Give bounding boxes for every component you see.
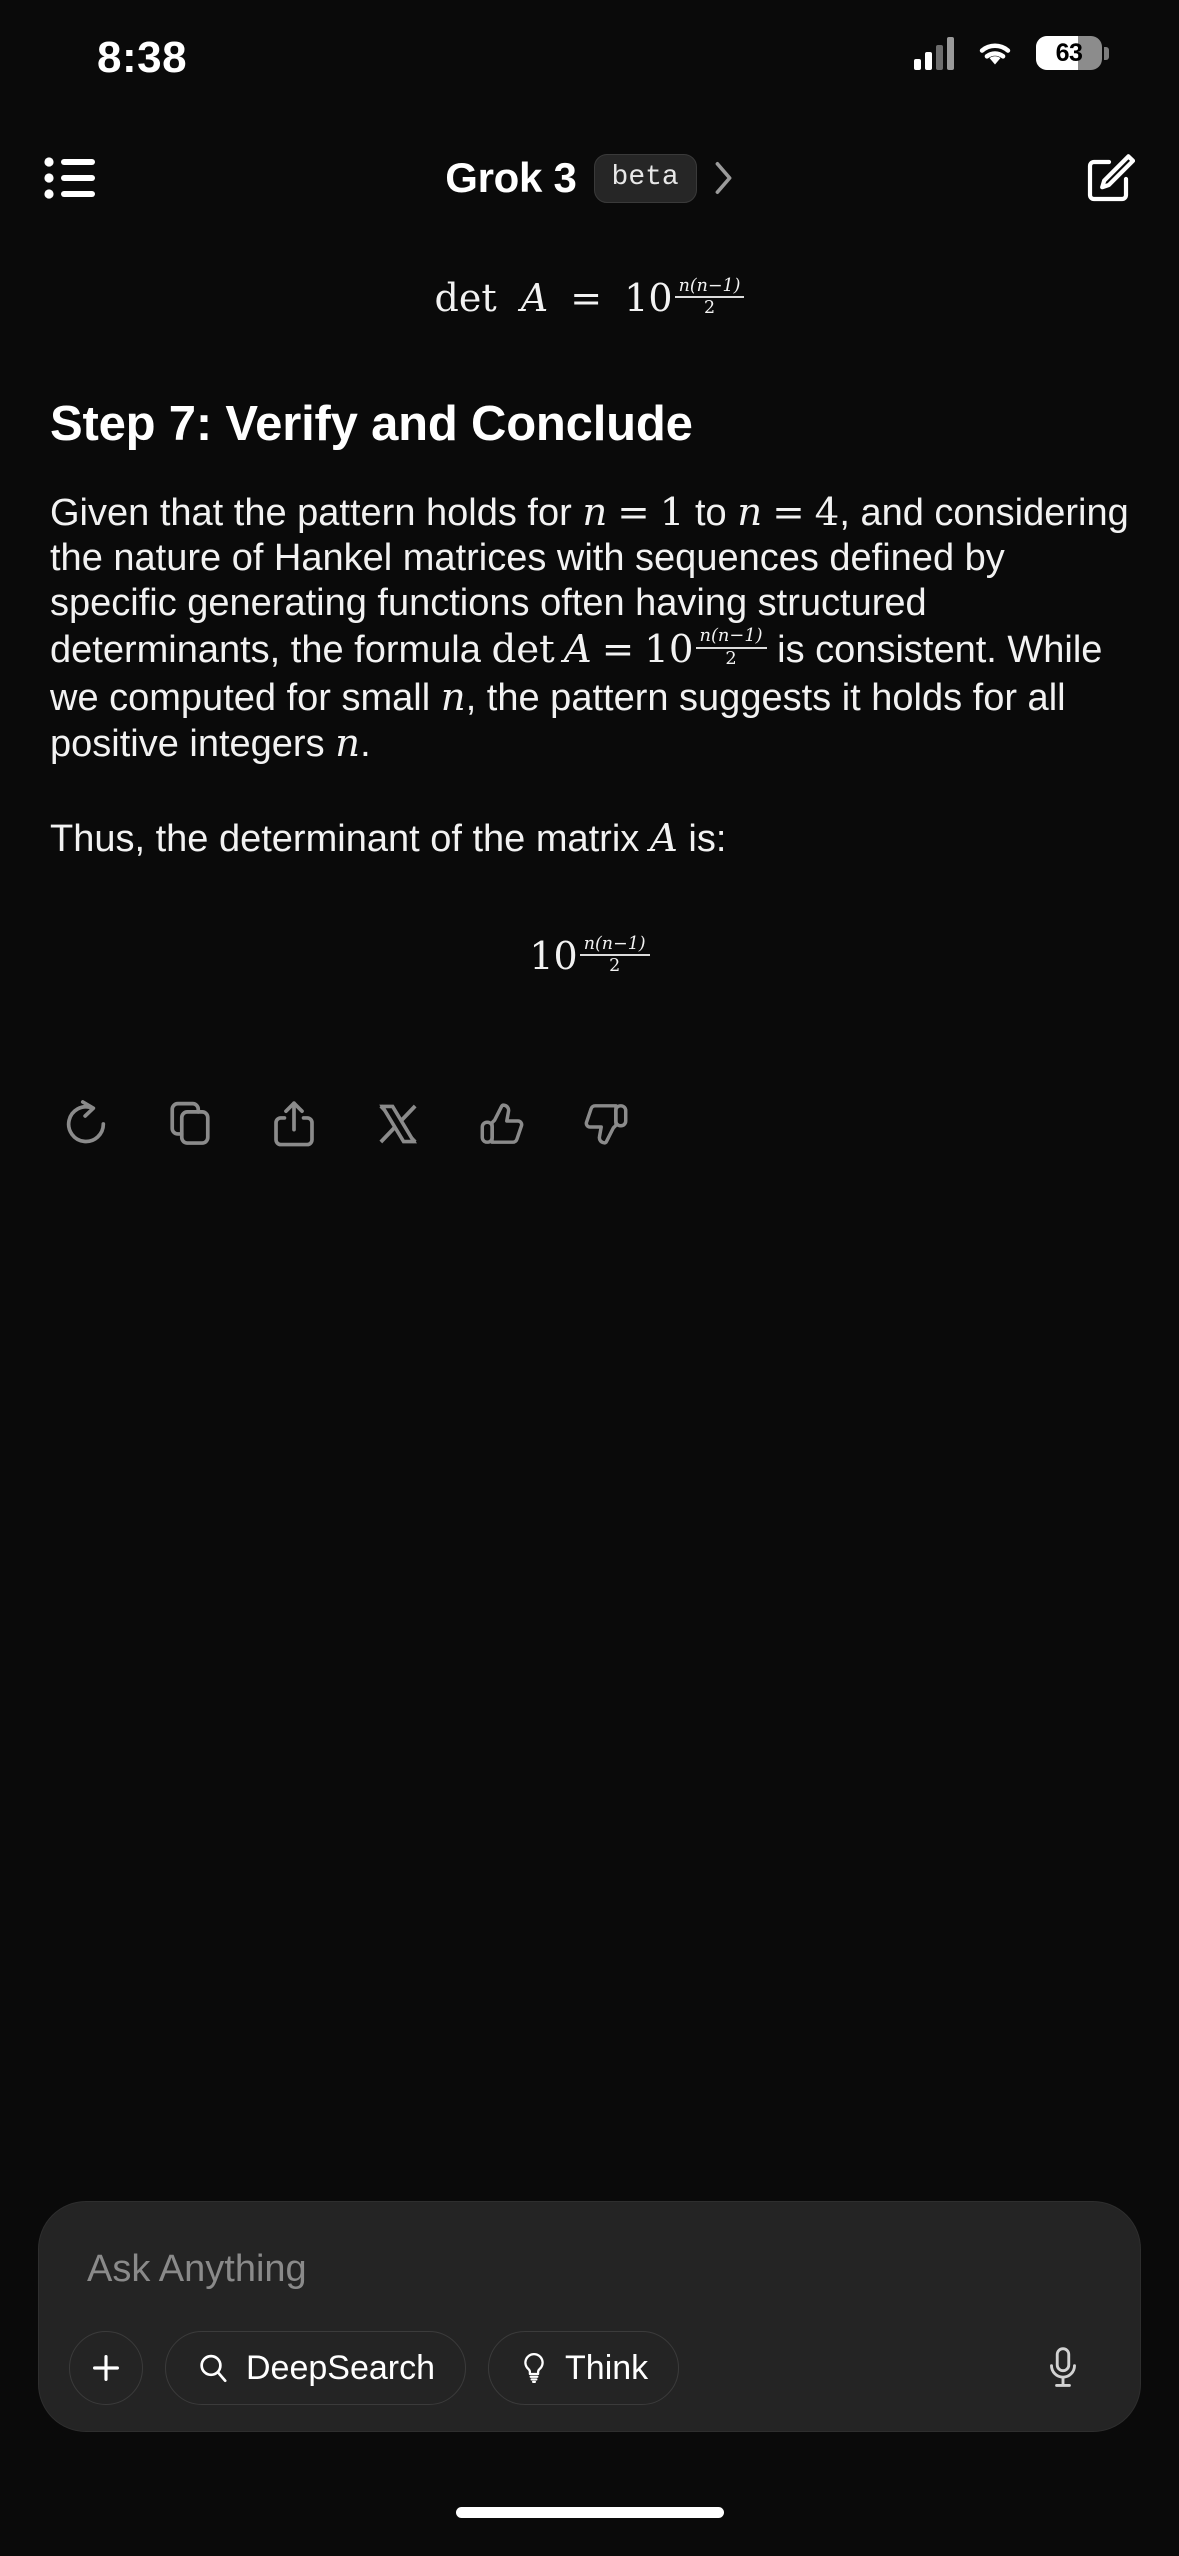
voice-input-button[interactable] [1028,2331,1098,2405]
beta-badge: beta [593,153,697,203]
menu-button[interactable] [44,156,98,200]
share-button[interactable] [260,1090,328,1158]
copy-icon [170,1101,210,1145]
block-equation-top: det A = 10 n(n−1) 2 [50,276,1129,324]
fraction-numerator: n(n−1) [678,275,741,296]
compose-icon [1087,154,1135,202]
power-base: 10 [644,626,694,672]
equals-sign: = [617,490,650,536]
plus-icon [93,2355,119,2381]
power-expression: 10 n(n−1) 2 [644,625,767,676]
block-equation-final: 10 n(n−1) 2 [50,934,1129,982]
para2-text2: is: [677,817,727,860]
fraction-denominator: 2 [609,955,621,976]
inline-math-n-equals-1: n = 1 [582,490,684,535]
status-indicators: 63 [914,36,1109,70]
power-expression: 10 n(n−1) 2 [529,933,650,982]
composer[interactable]: Ask Anything DeepSearch Think [38,2201,1141,2432]
list-icon [44,157,95,199]
para1-text1: Given that the pattern holds for [50,492,583,535]
power-base: 10 [624,276,673,320]
thumbs-down-button[interactable] [572,1090,640,1158]
section-heading: Step 7: Verify and Conclude [50,397,693,452]
exponent-fraction: n(n−1) 2 [674,275,745,319]
paragraph-conclusion: Thus, the determinant of the matrix A is… [50,816,1129,862]
inline-math-n-equals-4: n = 4 [737,490,839,535]
para1-text2: to [684,492,738,535]
regenerate-button[interactable] [52,1090,120,1158]
composer-container: Ask Anything DeepSearch Think [38,2201,1141,2432]
thumbs-up-button[interactable] [468,1090,536,1158]
var-n: n [582,490,608,536]
thumbs-up-icon [480,1103,524,1144]
lightbulb-icon [524,2352,544,2383]
var-n: n [335,721,361,767]
exponent-fraction: n(n−1) 2 [579,933,650,976]
inline-determinant-formula: det A = 10 n(n−1) 2 [491,626,767,672]
battery-percent: 63 [1055,38,1083,67]
matrix-symbol: A [520,276,549,320]
composer-toolbar: DeepSearch Think [69,2331,1110,2405]
search-icon [200,2354,227,2383]
matrix-symbol: A [649,815,678,861]
var-n: n [737,490,763,536]
think-button[interactable]: Think [488,2331,680,2405]
equals-sign: = [601,626,635,672]
chevron-right-icon [715,162,732,194]
cellular-signal-icon [914,36,954,70]
navigation-bar: Grok 3 beta [0,128,1179,228]
think-label: Think [565,2348,649,2387]
home-indicator [455,2507,724,2518]
para1-text6: . [360,723,371,766]
attach-button[interactable] [69,2331,143,2405]
equals-sign: = [772,490,805,536]
message-actions [50,1090,1129,1158]
paragraph-verify: Given that the pattern holds for n = 1 to … [50,490,1129,768]
status-time: 8:38 [97,33,188,82]
new-chat-button[interactable] [1083,152,1135,204]
thumbs-down-icon [584,1103,628,1145]
equals-sign: = [570,276,603,320]
power-base: 10 [529,933,578,978]
fraction-denominator: 2 [703,298,716,319]
copy-button[interactable] [156,1090,224,1158]
prompt-input[interactable]: Ask Anything [69,2248,1110,2291]
x-logo-icon [379,1104,417,1144]
exponent-fraction: n(n−1) 2 [695,625,767,669]
status-bar: 8:38 63 [0,0,1179,128]
refresh-icon [66,1099,106,1144]
fraction-denominator: 2 [725,647,737,669]
para2-text1: Thus, the determinant of the matrix [50,817,650,860]
microphone-icon [1050,2347,1076,2387]
share-icon [274,1101,314,1147]
post-to-x-button[interactable] [364,1090,432,1158]
power-expression: 10 n(n−1) 2 [624,275,745,324]
page-title: Grok 3 [445,154,577,201]
wifi-icon [979,43,1011,65]
battery-icon: 63 [1036,36,1102,70]
matrix-symbol: A [563,626,592,672]
fraction-numerator: n(n−1) [699,625,763,646]
app-screen: 8:38 63 Grok 3 beta det A = 10 n(n−1) 2 … [0,0,1179,2556]
deepsearch-label: DeepSearch [246,2348,436,2387]
deepsearch-button[interactable]: DeepSearch [165,2331,467,2405]
value-1: 1 [659,490,685,536]
model-selector[interactable]: Grok 3 beta [0,153,1179,203]
det-label: det [491,626,555,672]
var-n: n [440,675,466,721]
fraction-numerator: n(n−1) [583,933,646,954]
value-4: 4 [814,490,840,536]
det-label: det [434,276,497,320]
